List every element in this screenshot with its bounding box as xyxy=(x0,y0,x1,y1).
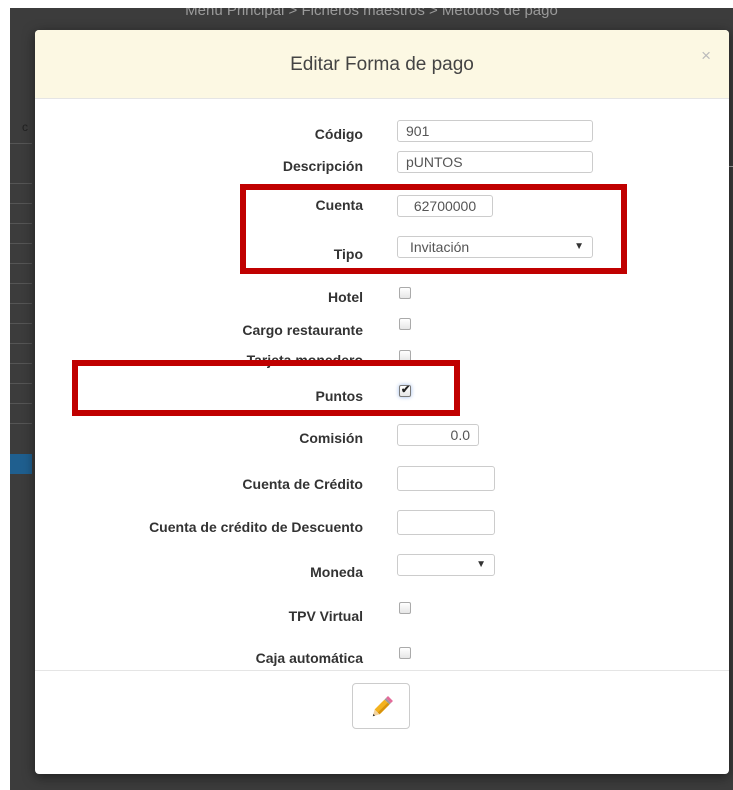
chevron-down-icon: ▼ xyxy=(476,559,486,570)
cuenta-credito-descuento-label: Cuenta de crédito de Descuento xyxy=(149,519,363,535)
tpv-virtual-checkbox[interactable] xyxy=(399,602,411,614)
background-divider xyxy=(10,343,32,344)
background-divider xyxy=(10,263,32,264)
moneda-row: Moneda ▼ xyxy=(35,554,729,584)
highlight-box-cuenta-tipo xyxy=(240,184,627,274)
moneda-label: Moneda xyxy=(310,564,363,580)
caja-automatica-checkbox[interactable] xyxy=(399,647,411,659)
tpv-virtual-row: TPV Virtual xyxy=(35,602,729,632)
background-divider xyxy=(10,223,32,224)
codigo-label: Código xyxy=(314,126,363,142)
background-divider xyxy=(10,423,32,424)
hotel-checkbox[interactable] xyxy=(399,287,411,299)
moneda-select[interactable]: ▼ xyxy=(397,554,495,576)
descripcion-input[interactable]: pUNTOS xyxy=(397,151,593,173)
background-divider xyxy=(10,303,32,304)
hotel-label: Hotel xyxy=(328,289,363,305)
comision-input[interactable]: 0.0 xyxy=(397,424,479,446)
descripcion-label: Descripción xyxy=(282,158,363,174)
caja-automatica-label: Caja automática xyxy=(255,650,363,666)
hotel-row: Hotel xyxy=(35,287,729,317)
background-divider xyxy=(10,203,32,204)
background-divider xyxy=(10,243,32,244)
cuenta-credito-row: Cuenta de Crédito xyxy=(35,466,729,496)
cuenta-credito-label: Cuenta de Crédito xyxy=(242,476,363,492)
codigo-row: Código 901 xyxy=(35,120,729,150)
highlight-box-puntos xyxy=(72,360,460,416)
background-divider xyxy=(10,183,32,184)
codigo-input[interactable]: 901 xyxy=(397,120,593,142)
pencil-icon xyxy=(372,696,393,717)
cargo-restaurante-label: Cargo restaurante xyxy=(242,322,363,338)
cuenta-credito-descuento-input[interactable] xyxy=(397,510,495,535)
background-divider xyxy=(10,283,32,284)
background-divider xyxy=(10,403,32,404)
cuenta-credito-descuento-row: Cuenta de crédito de Descuento xyxy=(35,509,729,539)
background-breadcrumb: Menú Principal > Ficheros maestros > Mét… xyxy=(185,8,558,19)
comision-row: Comisión 0.0 xyxy=(35,424,729,454)
background-divider xyxy=(10,323,32,324)
close-icon[interactable]: × xyxy=(701,46,711,66)
background-divider xyxy=(10,143,32,144)
cargo-restaurante-checkbox[interactable] xyxy=(399,318,411,330)
edit-payment-modal: Editar Forma de pago × Código 901 Descri… xyxy=(35,30,729,774)
cargo-restaurante-row: Cargo restaurante xyxy=(35,318,729,350)
caja-automatica-row: Caja automática xyxy=(35,646,729,676)
background-divider xyxy=(10,363,32,364)
comision-label: Comisión xyxy=(299,430,363,446)
edit-button[interactable] xyxy=(352,683,410,729)
background-selected-row xyxy=(10,454,32,474)
modal-header: Editar Forma de pago × xyxy=(35,30,729,99)
background-column-letter: c xyxy=(22,120,28,134)
cuenta-credito-input[interactable] xyxy=(397,466,495,491)
descripcion-row: Descripción pUNTOS xyxy=(35,151,729,181)
tpv-virtual-label: TPV Virtual xyxy=(288,608,363,624)
modal-footer-divider xyxy=(35,670,729,671)
background-divider xyxy=(10,383,32,384)
modal-title: Editar Forma de pago xyxy=(290,54,474,75)
